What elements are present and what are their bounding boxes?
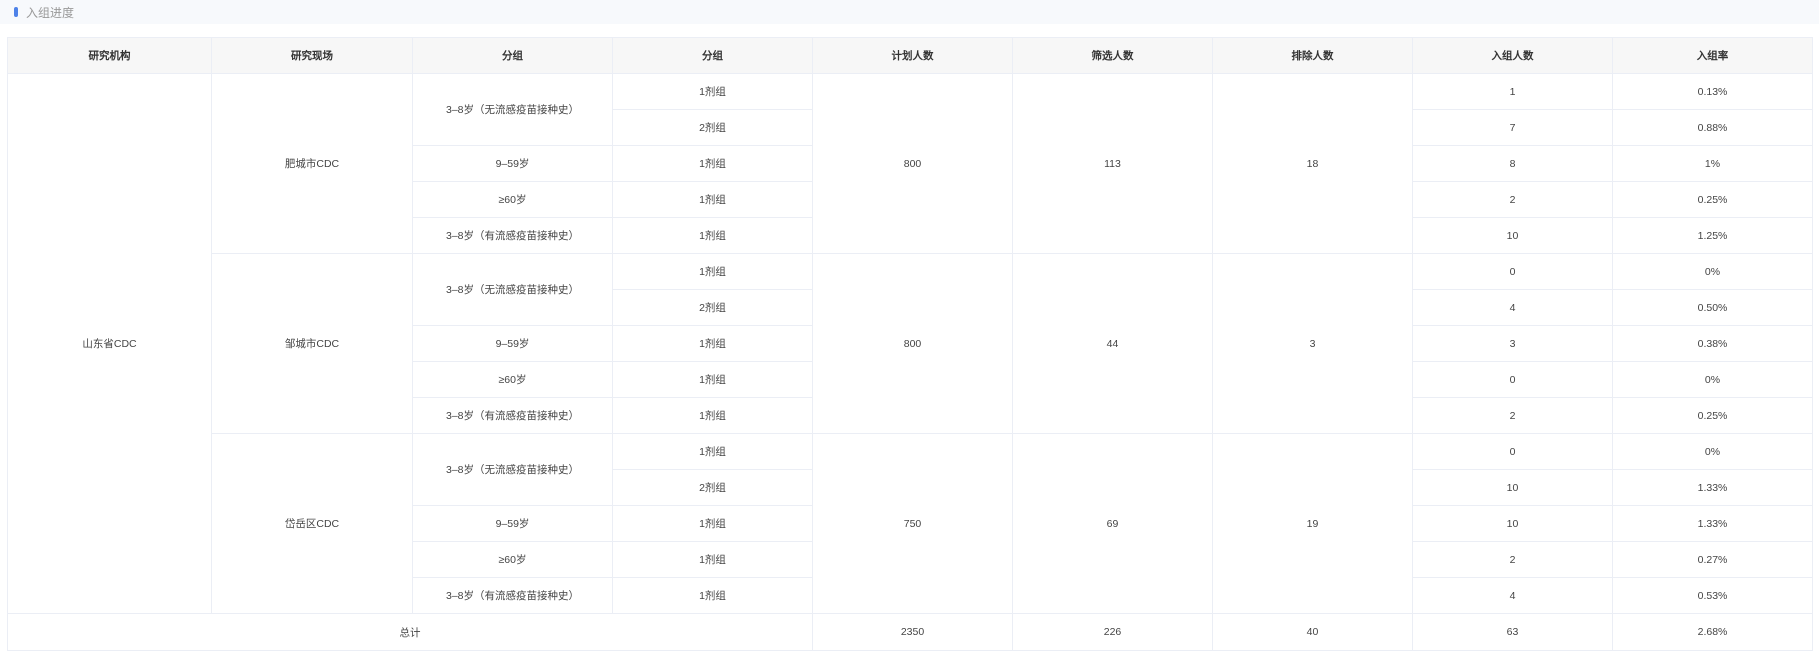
header-enrolled: 入组人数 (1412, 37, 1613, 74)
rate-cell: 0.25% (1612, 181, 1813, 218)
table-header: 研究机构 研究现场 分组 分组 计划人数 筛选人数 排除人数 入组人数 入组率 (7, 37, 1813, 74)
rate-cell: 1.33% (1612, 505, 1813, 542)
excluded-cell: 18 (1212, 73, 1413, 254)
table-body: 山东省CDC 肥城市CDC 3–8岁（无流感疫苗接种史） 1剂组 800 113 18 1 0.… (7, 73, 1813, 614)
total-screened: 226 (1012, 613, 1213, 651)
total-row: 总计 2350 226 40 63 2.68% (7, 613, 1813, 651)
planned-cell: 800 (812, 73, 1013, 254)
rate-cell: 1.25% (1612, 217, 1813, 254)
planned-cell: 800 (812, 253, 1013, 434)
dose-group-cell: 1剂组 (612, 73, 813, 110)
screened-cell: 44 (1012, 253, 1213, 434)
rate-cell: 1.33% (1612, 469, 1813, 506)
table-row: 山东省CDC 肥城市CDC 3–8岁（无流感疫苗接种史） 1剂组 800 113 18 1 0.… (7, 73, 1813, 614)
rate-cell: 0.53% (1612, 577, 1813, 614)
dose-group-cell: 1剂组 (612, 253, 813, 290)
dose-group-cell: 1剂组 (612, 325, 813, 362)
dose-group-cell: 1剂组 (612, 433, 813, 470)
rate-cell: 0.88% (1612, 109, 1813, 146)
dose-group-cell: 1剂组 (612, 145, 813, 182)
group-name-cell: ≥60岁 (412, 361, 613, 398)
screened-cell: 113 (1012, 73, 1213, 254)
group-name-cell: 3–8岁（无流感疫苗接种史） (412, 433, 613, 506)
excluded-cell: 19 (1212, 433, 1413, 614)
dose-group-cell: 1剂组 (612, 181, 813, 218)
enrolled-cell: 2 (1412, 397, 1613, 434)
group-name-cell: 3–8岁（无流感疫苗接种史） (412, 73, 613, 146)
enrolled-cell: 0 (1412, 361, 1613, 398)
total-excluded: 40 (1212, 613, 1413, 651)
site-name-cell: 岱岳区CDC (211, 433, 413, 614)
enrolled-cell: 0 (1412, 253, 1613, 290)
enrolled-cell: 2 (1412, 541, 1613, 578)
header-group: 分组 (412, 37, 613, 74)
enrolled-cell: 10 (1412, 469, 1613, 506)
group-name-cell: ≥60岁 (412, 181, 613, 218)
enrolled-cell: 2 (1412, 181, 1613, 218)
rate-cell: 0.50% (1612, 289, 1813, 326)
header-institution: 研究机构 (7, 37, 212, 74)
rate-cell: 1% (1612, 145, 1813, 182)
group-name-cell: 9–59岁 (412, 145, 613, 182)
enrolled-cell: 1 (1412, 73, 1613, 110)
group-name-cell: 3–8岁（有流感疫苗接种史） (412, 217, 613, 254)
header-excluded: 排除人数 (1212, 37, 1413, 74)
group-name-cell: 3–8岁（有流感疫苗接种史） (412, 397, 613, 434)
section-accent-bar (14, 7, 18, 17)
group-name-cell: 3–8岁（无流感疫苗接种史） (412, 253, 613, 326)
enrolled-cell: 10 (1412, 217, 1613, 254)
group-name-cell: 3–8岁（有流感疫苗接种史） (412, 577, 613, 614)
section-title: 入组进度 (26, 5, 75, 20)
table-row: 邹城市CDC 3–8岁（无流感疫苗接种史） 1剂组 800 44 3 0 0% (8, 253, 1813, 434)
enrolled-cell: 0 (1412, 433, 1613, 470)
rate-cell: 0.13% (1612, 73, 1813, 110)
header-rate: 入组率 (1612, 37, 1813, 74)
enrolled-cell: 7 (1412, 109, 1613, 146)
enrollment-table: 研究机构 研究现场 分组 分组 计划人数 筛选人数 排除人数 入组人数 入组率 … (7, 37, 1813, 651)
rate-cell: 0% (1612, 361, 1813, 398)
total-enrolled: 63 (1412, 613, 1613, 651)
rate-cell: 0% (1612, 253, 1813, 290)
dose-group-cell: 1剂组 (612, 541, 813, 578)
dose-group-cell: 1剂组 (612, 397, 813, 434)
dose-group-cell: 1剂组 (612, 505, 813, 542)
rate-cell: 0.38% (1612, 325, 1813, 362)
group-name-cell: ≥60岁 (412, 541, 613, 578)
site-name-cell: 邹城市CDC (211, 253, 413, 434)
header-dose-group: 分组 (612, 37, 813, 74)
enrollment-table-wrapper: 研究机构 研究现场 分组 分组 计划人数 筛选人数 排除人数 入组人数 入组率 … (7, 37, 1813, 651)
header-screened: 筛选人数 (1012, 37, 1213, 74)
site-name-cell: 肥城市CDC (211, 73, 413, 254)
rate-cell: 0.27% (1612, 541, 1813, 578)
enrollment-progress-page: 入组进度 研究机构 研究现场 分组 分组 计划人数 筛选人数 排除人数 入组人数… (0, 0, 1819, 663)
header-row: 研究机构 研究现场 分组 分组 计划人数 筛选人数 排除人数 入组人数 入组率 (7, 37, 1813, 74)
total-label: 总计 (7, 613, 813, 651)
enrolled-cell: 8 (1412, 145, 1613, 182)
excluded-cell: 3 (1212, 253, 1413, 434)
institution-cell: 山东省CDC (7, 73, 212, 614)
table-row: 岱岳区CDC 3–8岁（无流感疫苗接种史） 1剂组 750 69 19 0 0% (8, 433, 1813, 614)
header-planned: 计划人数 (812, 37, 1013, 74)
enrolled-cell: 3 (1412, 325, 1613, 362)
enrolled-cell: 4 (1412, 577, 1613, 614)
dose-group-cell: 1剂组 (612, 217, 813, 254)
planned-cell: 750 (812, 433, 1013, 614)
section-header: 入组进度 (0, 0, 1819, 24)
dose-group-cell: 2剂组 (612, 469, 813, 506)
screened-cell: 69 (1012, 433, 1213, 614)
group-name-cell: 9–59岁 (412, 325, 613, 362)
rate-cell: 0.25% (1612, 397, 1813, 434)
dose-group-cell: 1剂组 (612, 577, 813, 614)
dose-group-cell: 1剂组 (612, 361, 813, 398)
enrolled-cell: 10 (1412, 505, 1613, 542)
table-footer: 总计 2350 226 40 63 2.68% (7, 613, 1813, 651)
group-name-cell: 9–59岁 (412, 505, 613, 542)
dose-group-cell: 2剂组 (612, 109, 813, 146)
enrolled-cell: 4 (1412, 289, 1613, 326)
total-planned: 2350 (812, 613, 1013, 651)
rate-cell: 0% (1612, 433, 1813, 470)
header-site: 研究现场 (211, 37, 413, 74)
dose-group-cell: 2剂组 (612, 289, 813, 326)
total-rate: 2.68% (1612, 613, 1813, 651)
